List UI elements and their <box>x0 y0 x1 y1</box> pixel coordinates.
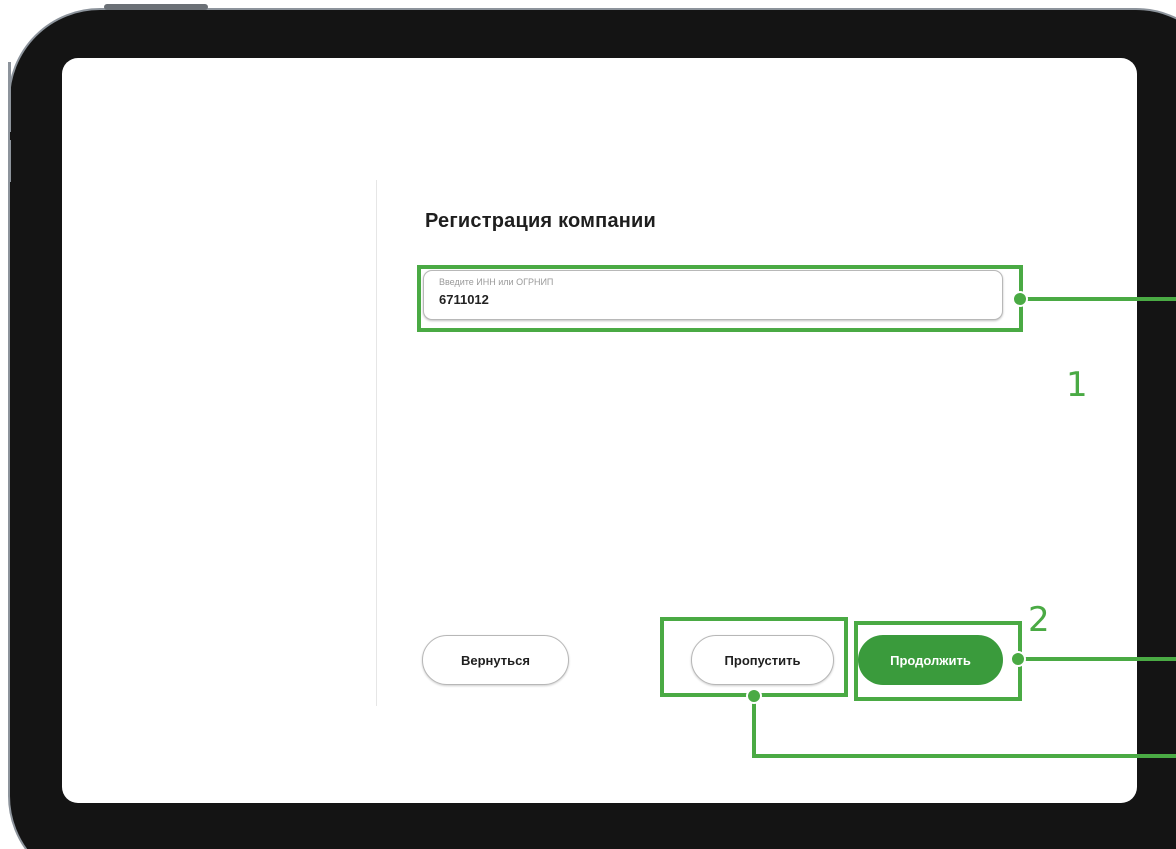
callout-line-1 <box>1020 297 1176 301</box>
panel-divider <box>376 180 377 706</box>
callout-dot-1 <box>1012 291 1028 307</box>
device-side-button <box>8 62 11 132</box>
callout-dot-2 <box>1010 651 1026 667</box>
callout-line-3-horizontal <box>752 754 1176 758</box>
stage: Регистрация компании Введите ИНН или ОГР… <box>0 0 1176 849</box>
callout-line-2 <box>1018 657 1176 661</box>
callout-dot-3 <box>746 688 762 704</box>
page-title: Регистрация компании <box>425 210 657 232</box>
continue-highlight-box <box>854 621 1022 701</box>
input-highlight-box <box>417 265 1023 332</box>
skip-highlight-box <box>660 617 848 697</box>
callout-number-1: 1 <box>1066 365 1088 405</box>
callout-number-2: 2 <box>1028 600 1050 640</box>
device-side-button <box>8 140 11 182</box>
back-button[interactable]: Вернуться <box>422 635 569 685</box>
device-top-edge <box>104 4 208 10</box>
